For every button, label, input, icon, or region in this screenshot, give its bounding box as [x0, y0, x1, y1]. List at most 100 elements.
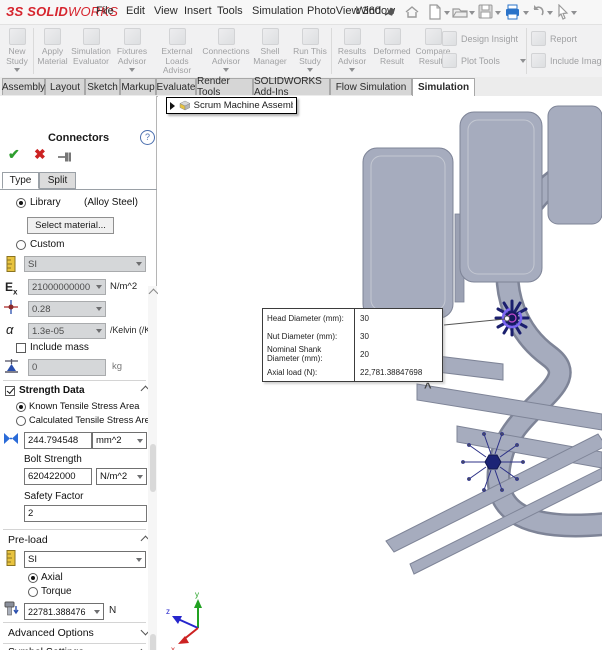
- custom-label: Custom: [30, 239, 64, 250]
- scrollbar-thumb[interactable]: [150, 634, 156, 650]
- fixtures-advisor-icon: [124, 28, 141, 45]
- preload-units-select[interactable]: SI: [24, 551, 146, 568]
- undo-icon[interactable]: [531, 4, 547, 20]
- home-icon[interactable]: [404, 4, 420, 20]
- svg-text:y: y: [195, 590, 199, 599]
- tab-assembly[interactable]: Assembly: [2, 78, 45, 95]
- units-select[interactable]: SI: [24, 256, 146, 272]
- elastic-modulus-combo[interactable]: 21000000000: [28, 279, 106, 295]
- custom-radio[interactable]: [16, 240, 26, 250]
- results-advisor-button[interactable]: Results Advisor: [333, 27, 371, 72]
- fixtures-advisor-dropdown[interactable]: [129, 68, 135, 72]
- tab-split[interactable]: Split: [39, 172, 76, 189]
- help-icon[interactable]: ?: [140, 130, 155, 145]
- command-tab-bar: Assembly Layout Sketch Markup Evaluate R…: [0, 77, 602, 97]
- select-cursor-icon[interactable]: [556, 4, 572, 20]
- open-icon[interactable]: [452, 4, 468, 20]
- cancel-button[interactable]: ✖: [34, 146, 46, 163]
- graphics-viewport[interactable]: y z x Head Diameter (mm): 30 Nut Diamete…: [158, 96, 602, 650]
- strength-data-checkbox[interactable]: [5, 386, 15, 396]
- save-icon[interactable]: [478, 4, 494, 20]
- calculated-tensile-radio[interactable]: [16, 416, 26, 426]
- tab-type[interactable]: Type: [2, 172, 39, 189]
- run-this-study-dropdown[interactable]: [307, 68, 313, 72]
- deformed-result-button[interactable]: Deformed Result: [371, 27, 413, 66]
- menu-simulation[interactable]: Simulation: [252, 5, 303, 17]
- pin-menu-icon[interactable]: [384, 6, 400, 22]
- new-study-dropdown[interactable]: [14, 68, 20, 72]
- menu-view[interactable]: View: [154, 5, 178, 17]
- include-mass-checkbox[interactable]: [16, 343, 26, 353]
- menu-bar: ЗS SOLIDWORKS File Edit View Insert Tool…: [0, 0, 602, 25]
- plot-tools-dropdown[interactable]: [520, 59, 526, 63]
- undo-dropdown[interactable]: [547, 11, 553, 15]
- bolt-strength-unit-select[interactable]: N/m^2: [96, 468, 147, 485]
- design-insight-button[interactable]: Design Insight: [442, 31, 518, 46]
- tab-evaluate[interactable]: Evaluate: [156, 78, 196, 95]
- results-advisor-icon: [344, 28, 361, 45]
- simulation-evaluator-button[interactable]: Simulation Evaluator: [70, 27, 112, 66]
- pin-icon[interactable]: [58, 151, 74, 163]
- report-button[interactable]: Report: [531, 31, 577, 46]
- symbol-settings-header[interactable]: Symbol Settings: [8, 646, 84, 650]
- mass-input[interactable]: 0: [28, 359, 106, 376]
- tooltip-row: Axial load (N): 22,781.38847698: [263, 363, 442, 381]
- plot-tools-button[interactable]: Plot Tools: [442, 53, 526, 68]
- run-this-study-icon: [302, 28, 319, 45]
- apply-material-button[interactable]: Apply Material: [35, 27, 70, 66]
- expand-arrow-icon[interactable]: [170, 102, 175, 110]
- connections-advisor-button[interactable]: Connections Advisor: [202, 27, 250, 72]
- bolt-strength-input[interactable]: 620422000: [24, 468, 92, 485]
- tab-solidworks-addins[interactable]: SOLIDWORKS Add-Ins: [253, 78, 330, 95]
- thermal-expansion-combo[interactable]: 1.3e-05: [28, 323, 106, 339]
- torque-radio[interactable]: [28, 587, 38, 597]
- scroll-up-icon[interactable]: [149, 289, 159, 299]
- preload-force-combo[interactable]: 22781.388476: [24, 603, 104, 620]
- external-loads-advisor-button[interactable]: External Loads Advisor: [152, 27, 202, 82]
- tab-markup[interactable]: Markup: [120, 78, 156, 95]
- fixtures-advisor-button[interactable]: Fixtures Advisor: [112, 27, 152, 72]
- new-file-dropdown[interactable]: [444, 11, 450, 15]
- include-image-button[interactable]: Include Image fo: [531, 53, 602, 68]
- menu-file[interactable]: File: [96, 5, 114, 17]
- breadcrumb-label: Scrum Machine Assembl...: [194, 100, 293, 111]
- breadcrumb[interactable]: Scrum Machine Assembl...: [166, 97, 297, 114]
- select-dropdown[interactable]: [571, 11, 577, 15]
- tab-simulation[interactable]: Simulation: [412, 78, 475, 96]
- results-advisor-dropdown[interactable]: [349, 68, 355, 72]
- run-this-study-button[interactable]: Run This Study: [290, 27, 330, 72]
- poisson-ratio-combo[interactable]: 0.28: [28, 301, 106, 317]
- menu-edit[interactable]: Edit: [126, 5, 145, 17]
- tab-sketch[interactable]: Sketch: [85, 78, 120, 95]
- advanced-options-header[interactable]: Advanced Options: [8, 627, 94, 639]
- menu-insert[interactable]: Insert: [184, 5, 212, 17]
- menu-tools[interactable]: Tools: [217, 5, 243, 17]
- new-file-icon[interactable]: [428, 4, 444, 20]
- known-tensile-radio[interactable]: [16, 402, 26, 412]
- connections-advisor-dropdown[interactable]: [223, 68, 229, 72]
- new-study-button[interactable]: New Study: [2, 27, 32, 72]
- safety-factor-input[interactable]: 2: [24, 505, 147, 522]
- print-dropdown[interactable]: [523, 11, 529, 15]
- tab-layout[interactable]: Layout: [45, 78, 85, 95]
- apply-material-icon: [44, 28, 61, 45]
- elastic-modulus-unit: N/m^2: [110, 281, 137, 292]
- elastic-modulus-label: Ex: [5, 280, 17, 296]
- tab-flow-simulation[interactable]: Flow Simulation: [330, 78, 412, 95]
- tab-render-tools[interactable]: Render Tools: [196, 78, 253, 95]
- panel-scrollbar[interactable]: [148, 286, 157, 650]
- axial-radio[interactable]: [28, 573, 38, 583]
- tensile-area-unit-select[interactable]: mm^2: [92, 432, 147, 449]
- preload-header[interactable]: Pre-load: [8, 534, 48, 546]
- scrollbar-thumb[interactable]: [150, 444, 156, 492]
- shell-manager-button[interactable]: Shell Manager: [250, 27, 290, 66]
- print-icon[interactable]: [504, 4, 520, 20]
- save-dropdown[interactable]: [495, 11, 501, 15]
- tooltip-caret-icon[interactable]: ^: [424, 380, 432, 395]
- select-material-button[interactable]: Select material...: [27, 217, 114, 234]
- tensile-area-input[interactable]: 244.794548: [24, 432, 92, 449]
- ok-button[interactable]: ✔: [8, 146, 20, 163]
- library-radio[interactable]: [16, 198, 26, 208]
- scrum-pads[interactable]: [363, 106, 602, 318]
- open-dropdown[interactable]: [469, 11, 475, 15]
